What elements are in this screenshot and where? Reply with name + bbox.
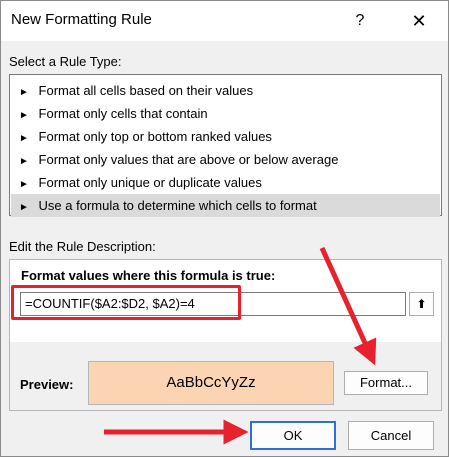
rule-type-item-label: Format only top or bottom ranked values <box>38 129 272 144</box>
formula-heading: Format values where this formula is true… <box>21 268 276 283</box>
rule-type-item-label: Format only unique or duplicate values <box>38 175 262 190</box>
rule-description-label: Edit the Rule Description: <box>9 239 156 254</box>
format-button[interactable]: Format... <box>344 371 428 395</box>
collapse-dialog-button[interactable]: ⬆ <box>409 292 434 316</box>
rule-type-list[interactable]: ► Format all cells based on their values… <box>9 74 442 217</box>
arrow-bullet-icon: ► <box>19 87 29 98</box>
rule-type-item-label: Format all cells based on their values <box>38 83 254 98</box>
rule-type-label: Select a Rule Type: <box>9 54 122 69</box>
rule-type-item[interactable]: ► Format only top or bottom ranked value… <box>11 125 440 148</box>
arrow-bullet-icon: ► <box>19 110 29 121</box>
arrow-bullet-icon: ► <box>19 179 29 190</box>
rule-type-item-selected[interactable]: ► Use a formula to determine which cells… <box>11 194 440 217</box>
preview-label: Preview: <box>20 377 74 392</box>
title-bar: New Formatting Rule ? ✕ <box>1 1 448 41</box>
arrow-bullet-icon: ► <box>19 156 29 167</box>
arrow-bullet-icon: ► <box>19 202 29 213</box>
rule-type-item[interactable]: ► Format all cells based on their values <box>11 79 440 102</box>
arrow-bullet-icon: ► <box>19 133 29 144</box>
new-formatting-rule-dialog: New Formatting Rule ? ✕ Select a Rule Ty… <box>0 0 449 457</box>
dialog-title: New Formatting Rule <box>11 11 152 28</box>
rule-type-item-label: Use a formula to determine which cells t… <box>38 198 317 213</box>
rule-type-item[interactable]: ► Format only cells that contain <box>11 102 440 125</box>
ok-button[interactable]: OK <box>250 421 336 450</box>
formula-area: Format values where this formula is true… <box>10 260 441 342</box>
cancel-button[interactable]: Cancel <box>348 421 434 450</box>
collapse-arrow-icon: ⬆ <box>416 297 427 311</box>
rule-type-item-label: Format only values that are above or bel… <box>38 152 339 167</box>
rule-type-item[interactable]: ► Format only unique or duplicate values <box>11 171 440 194</box>
rule-type-item-label: Format only cells that contain <box>38 106 208 121</box>
rule-description-panel: Format values where this formula is true… <box>9 259 442 411</box>
formula-input[interactable]: =COUNTIF($A2:$D2, $A2)=4 <box>20 292 406 316</box>
preview-sample: AaBbCcYyZz <box>88 361 334 405</box>
close-icon[interactable]: ✕ <box>405 7 433 35</box>
rule-type-item[interactable]: ► Format only values that are above or b… <box>11 148 440 171</box>
help-icon[interactable]: ? <box>346 7 374 35</box>
